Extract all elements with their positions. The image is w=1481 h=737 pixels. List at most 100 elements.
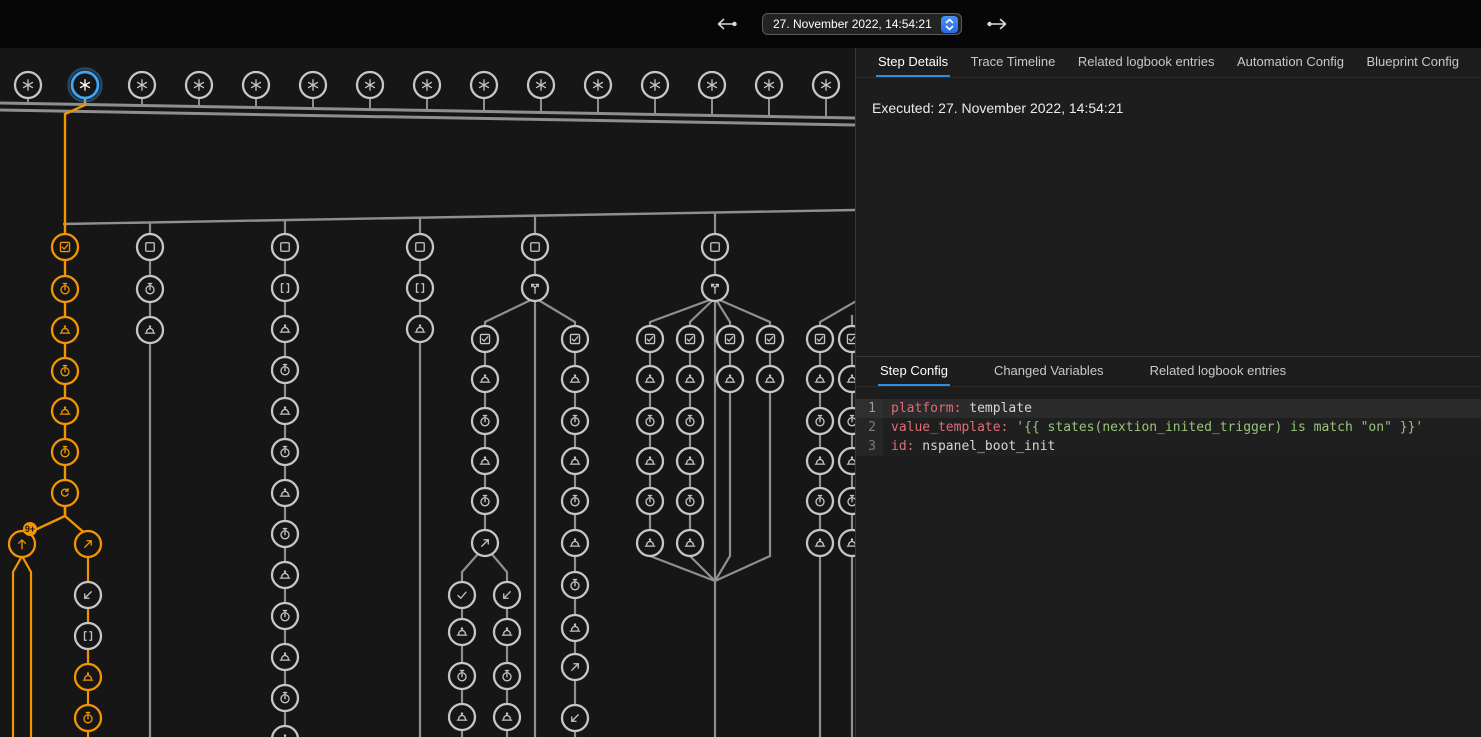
trace-node-timer[interactable] [272,685,298,711]
trace-select[interactable]: 27. November 2022, 14:54:21 [762,13,962,35]
trace-node-asterisk[interactable] [756,72,782,98]
trace-node-timer[interactable] [637,488,663,514]
trace-node-bell[interactable] [272,480,298,506]
trace-node-timer[interactable] [272,439,298,465]
trace-node-asterisk[interactable] [129,72,155,98]
trace-node-timer[interactable] [839,488,855,514]
tab-related-logbook-entries[interactable]: Related logbook entries [1076,48,1217,77]
trace-node-timer[interactable] [839,408,855,434]
trace-node-bell[interactable] [562,366,588,392]
tab-blueprint-config[interactable]: Blueprint Config [1364,48,1461,77]
trace-node-asterisk[interactable] [243,72,269,98]
trace-node-check-square[interactable] [757,326,783,352]
trace-node-timer[interactable] [494,663,520,689]
trace-node-bell[interactable] [839,448,855,474]
trace-node-timer[interactable] [449,663,475,689]
trace-node-timer[interactable] [472,488,498,514]
trace-node-asterisk[interactable] [699,72,725,98]
tab-step-details[interactable]: Step Details [876,48,950,77]
trace-node-bell[interactable] [839,366,855,392]
trace-node-brackets[interactable] [407,275,433,301]
trace-node-timer[interactable] [272,603,298,629]
trace-node-bell[interactable] [637,366,663,392]
trace-node-bell[interactable] [807,366,833,392]
trace-node-bell[interactable] [272,644,298,670]
trace-node-bell[interactable] [562,448,588,474]
trace-node-bell[interactable] [757,366,783,392]
trace-node-bell[interactable] [637,530,663,556]
trace-node-bell[interactable] [677,448,703,474]
trace-node-arrow-down-left[interactable] [562,705,588,731]
trace-node-choose[interactable] [702,275,728,301]
trace-node-bell[interactable] [52,317,78,343]
trace-node-asterisk[interactable] [300,72,326,98]
trace-node-check[interactable] [449,582,475,608]
trace-node-branch[interactable] [562,654,588,680]
trace-node-asterisk[interactable] [471,72,497,98]
trace-node-check-square[interactable] [52,234,78,260]
trace-node-bell[interactable] [137,317,163,343]
trace-node-check-square[interactable] [637,326,663,352]
trace-node-bell[interactable] [637,448,663,474]
trace-node-repeat[interactable] [52,480,78,506]
trace-node-bell[interactable] [272,562,298,588]
trace-node-branch[interactable] [472,530,498,556]
trace-node-bell[interactable] [839,530,855,556]
trace-node-bell[interactable] [494,704,520,730]
trace-node-bell[interactable] [272,316,298,342]
trace-node-bell[interactable] [272,726,298,737]
trace-node-asterisk[interactable] [585,72,611,98]
trace-node-check-square[interactable] [677,326,703,352]
tab-automation-config[interactable]: Automation Config [1235,48,1346,77]
trace-node-brackets[interactable] [75,623,101,649]
trace-node-asterisk[interactable] [642,72,668,98]
trace-node-square[interactable] [137,234,163,260]
trace-node-asterisk[interactable] [414,72,440,98]
next-trace-button[interactable] [984,15,1012,33]
trace-node-timer[interactable] [677,408,703,434]
trace-node-choose[interactable] [522,275,548,301]
trace-node-bell[interactable] [472,366,498,392]
trace-node-bell[interactable] [75,664,101,690]
trace-node-bell[interactable] [449,704,475,730]
trace-node-check-square[interactable] [807,326,833,352]
trace-node-timer[interactable] [637,408,663,434]
trace-node-bell[interactable] [717,366,743,392]
trace-node-timer[interactable] [52,358,78,384]
trace-node-timer[interactable] [472,408,498,434]
trace-node-check-square[interactable] [717,326,743,352]
trace-node-asterisk[interactable] [69,69,102,102]
trace-node-timer[interactable] [272,357,298,383]
trace-node-square[interactable] [702,234,728,260]
trace-node-asterisk[interactable] [186,72,212,98]
trace-node-asterisk[interactable] [357,72,383,98]
tab-related-logbook-entries[interactable]: Related logbook entries [1148,357,1289,386]
trace-node-arrow-down-left[interactable] [494,582,520,608]
previous-trace-button[interactable] [712,15,740,33]
trace-node-square[interactable] [272,234,298,260]
trace-node-check-square[interactable] [839,326,855,352]
tab-step-config[interactable]: Step Config [878,357,950,386]
trace-node-brackets[interactable] [272,275,298,301]
trace-node-branch[interactable] [75,531,101,557]
trace-node-timer[interactable] [137,276,163,302]
trace-node-timer[interactable] [807,408,833,434]
tab-changed-variables[interactable]: Changed Variables [992,357,1106,386]
trace-node-timer[interactable] [677,488,703,514]
trace-node-square[interactable] [407,234,433,260]
trace-node-bell[interactable] [562,615,588,641]
trace-node-bell[interactable] [677,530,703,556]
trace-node-square[interactable] [522,234,548,260]
trace-node-bell[interactable] [52,398,78,424]
trace-node-asterisk[interactable] [528,72,554,98]
trace-node-bell[interactable] [449,619,475,645]
trace-node-timer[interactable] [272,521,298,547]
trace-node-bell[interactable] [472,448,498,474]
trace-node-timer[interactable] [562,408,588,434]
trace-node-bell[interactable] [807,448,833,474]
trace-node-arrow-up[interactable]: 9+ [9,522,37,557]
trace-node-timer[interactable] [52,439,78,465]
trace-node-bell[interactable] [272,398,298,424]
trace-node-asterisk[interactable] [813,72,839,98]
trace-node-timer[interactable] [562,572,588,598]
